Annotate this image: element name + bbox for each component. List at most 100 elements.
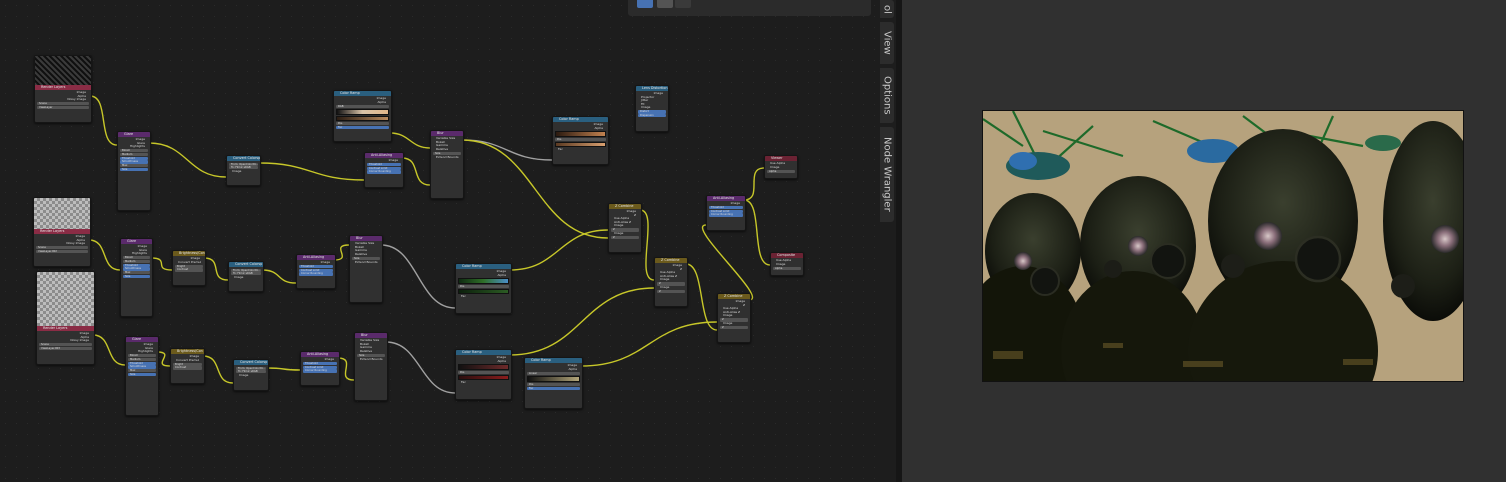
glare-node[interactable]: Glare Image Glare Highlights Bloom Mediu…	[117, 131, 151, 211]
fac-field[interactable]: Fac	[336, 125, 389, 129]
color-ramp-node[interactable]: Color Ramp Image Alpha Linear Pos Fac	[524, 357, 583, 409]
node-link[interactable]	[389, 132, 431, 149]
scene-field[interactable]: Scene	[36, 246, 88, 250]
glare-node[interactable]: Glare Image Glare Highlights Bloom Mediu…	[120, 238, 153, 317]
dispersion-field[interactable]: Dispersion	[638, 114, 666, 118]
tab-view[interactable]: View	[880, 22, 894, 64]
node-link[interactable]	[333, 244, 350, 261]
glare-type-field[interactable]: Bloom	[123, 256, 150, 260]
node-link[interactable]	[202, 355, 234, 384]
contrast-field[interactable]: Contrast	[175, 268, 203, 272]
node-link[interactable]	[92, 334, 126, 366]
brightness-contrast-node[interactable]: Brightness/Con Image Convert Premul Brig…	[170, 348, 205, 384]
node-link[interactable]	[258, 162, 365, 181]
premul-checkbox[interactable]: Convert Premul	[173, 359, 202, 363]
node-link[interactable]	[380, 244, 456, 309]
corner-rounding-field[interactable]: Corner Rounding	[367, 170, 401, 174]
z-combine-node[interactable]: Z Combine Image Z Use Alpha Anti-Alias Z…	[608, 203, 642, 253]
node-link[interactable]	[743, 199, 771, 266]
convert-colorspace-node[interactable]: Convert Colorsp From: OpenColorIO... To:…	[233, 359, 269, 391]
lasso-select-icon[interactable]	[657, 0, 673, 8]
color-ramp-gradient[interactable]	[527, 375, 580, 382]
convert-colorspace-node[interactable]: Convert Colorsp From: OpenColorIO... To:…	[228, 261, 264, 292]
render-layers-node[interactable]: Render Layers Image Alpha Noisy Image Sc…	[33, 197, 91, 267]
color-ramp-node[interactable]: Color Ramp Image Alpha Pos Fac	[455, 263, 512, 314]
viewer-node[interactable]: Viewer Use Alpha Image Alpha	[764, 155, 798, 179]
convert-colorspace-node[interactable]: Convert Colorsp From: OpenColorIO... To:…	[226, 155, 261, 186]
scene-field[interactable]: Scene	[39, 343, 92, 347]
node-link[interactable]	[89, 95, 118, 146]
tab-tool[interactable]: ol	[880, 0, 894, 18]
alpha-field[interactable]: Alpha	[773, 266, 801, 270]
size-field[interactable]: Size	[120, 167, 148, 171]
render-layers-node[interactable]: Render Layers Image Alpha Noisy Image Sc…	[34, 55, 92, 123]
relative-checkbox[interactable]: Relative	[352, 253, 380, 257]
color-ramp-node[interactable]: Color Ramp Image Alpha Pos Fac	[455, 349, 512, 400]
color-ramp-gradient[interactable]	[458, 278, 509, 285]
image-viewer[interactable]	[902, 0, 1506, 482]
threshold-field[interactable]: Threshold	[367, 163, 401, 167]
contrast-field[interactable]: Contrast	[173, 366, 202, 370]
render-layers-node[interactable]: Render Layers Image Alpha Noisy Image Sc…	[36, 271, 95, 365]
color-ramp-gradient[interactable]	[458, 364, 509, 371]
z-field[interactable]: Z	[657, 290, 685, 294]
brightness-contrast-node[interactable]: Brightness/Con Image Convert Premul Brig…	[172, 250, 206, 286]
z-field[interactable]: Z	[720, 326, 748, 330]
threshold-field[interactable]: Threshold	[299, 265, 333, 269]
size-field[interactable]: Size	[123, 274, 150, 278]
node-link[interactable]	[580, 321, 718, 367]
node-link[interactable]	[150, 257, 173, 271]
composite-node[interactable]: Composite Use Alpha Image Alpha	[770, 252, 804, 276]
node-editor[interactable]: Render Layers Image Alpha Noisy Image Sc…	[0, 0, 879, 482]
alpha-field[interactable]: Alpha	[767, 169, 795, 173]
color-ramp-gradient[interactable]	[555, 131, 606, 138]
node-link[interactable]	[702, 224, 753, 301]
corner-rounding-field[interactable]: Corner Rounding	[303, 369, 337, 373]
blur-node[interactable]: Blur Variable Size Bokeh Gamma Relative …	[349, 235, 383, 303]
glare-type-field[interactable]: Bloom	[120, 149, 148, 153]
z-field[interactable]: Z	[611, 236, 639, 240]
quality-field[interactable]: Medium	[120, 152, 148, 157]
node-link[interactable]	[685, 263, 718, 331]
color-mode-field[interactable]: RGB	[336, 104, 389, 108]
color-ramp-gradient[interactable]	[458, 375, 509, 381]
view-layer-field[interactable]: ViewLayer.003	[39, 346, 92, 351]
size-field[interactable]: Size	[128, 372, 156, 376]
max-field[interactable]: Max	[123, 271, 150, 275]
view-layer-field[interactable]: ViewLayer.002	[36, 249, 88, 254]
anti-aliasing-node[interactable]: Anti-Aliasing Image Threshold Contrast L…	[296, 254, 336, 289]
node-link[interactable]	[88, 239, 121, 271]
threshold-field[interactable]: Threshold	[709, 206, 743, 210]
max-field[interactable]: Max	[128, 369, 156, 373]
node-link[interactable]	[385, 341, 456, 394]
scene-field[interactable]: Scene	[37, 102, 89, 106]
node-link[interactable]	[261, 269, 297, 284]
node-link[interactable]	[203, 257, 229, 281]
glare-node[interactable]: Glare Image Glare Highlights Bloom Mediu…	[125, 336, 159, 416]
fac-field[interactable]: Fac	[527, 386, 580, 390]
corner-rounding-field[interactable]: Corner Rounding	[299, 272, 333, 276]
node-link[interactable]	[639, 209, 655, 281]
interpolation-field[interactable]: Linear	[527, 371, 580, 375]
node-link[interactable]	[743, 167, 765, 201]
node-link[interactable]	[148, 142, 227, 178]
node-link[interactable]	[509, 287, 655, 356]
glare-type-field[interactable]: Bloom	[128, 354, 156, 358]
pos-field[interactable]: Pos	[555, 138, 606, 142]
color-ramp-node[interactable]: Color Ramp Image Alpha RGB Pos Fac	[333, 90, 392, 142]
z-combine-node[interactable]: Z Combine Image Z Use Alpha Anti-Alias Z…	[654, 257, 688, 307]
quality-field[interactable]: Medium	[128, 357, 156, 362]
extend-bounds-checkbox[interactable]: Extend Bounds	[357, 358, 385, 362]
lens-distortion-node[interactable]: Lens Distortion Image Projector Jitter F…	[635, 85, 669, 132]
blur-node[interactable]: Blur Variable Size Bokeh Gamma Relative …	[354, 332, 388, 401]
extend-bounds-checkbox[interactable]: Extend Bounds	[352, 261, 380, 265]
tab-node-wrangler[interactable]: Node Wrangler	[880, 127, 894, 222]
pos-field[interactable]: Pos	[336, 121, 389, 126]
node-link[interactable]	[266, 367, 301, 371]
max-field[interactable]: Max	[120, 164, 148, 168]
anti-aliasing-node[interactable]: Anti-Aliasing Image Threshold Contrast L…	[706, 195, 746, 231]
anti-aliasing-node[interactable]: Anti-Aliasing Image Threshold Contrast L…	[300, 351, 340, 386]
color-ramp-gradient[interactable]	[458, 289, 509, 295]
corner-rounding-field[interactable]: Corner Rounding	[709, 213, 743, 217]
blur-node[interactable]: Blur Variable Size Bokeh Gamma Relative …	[430, 130, 464, 199]
